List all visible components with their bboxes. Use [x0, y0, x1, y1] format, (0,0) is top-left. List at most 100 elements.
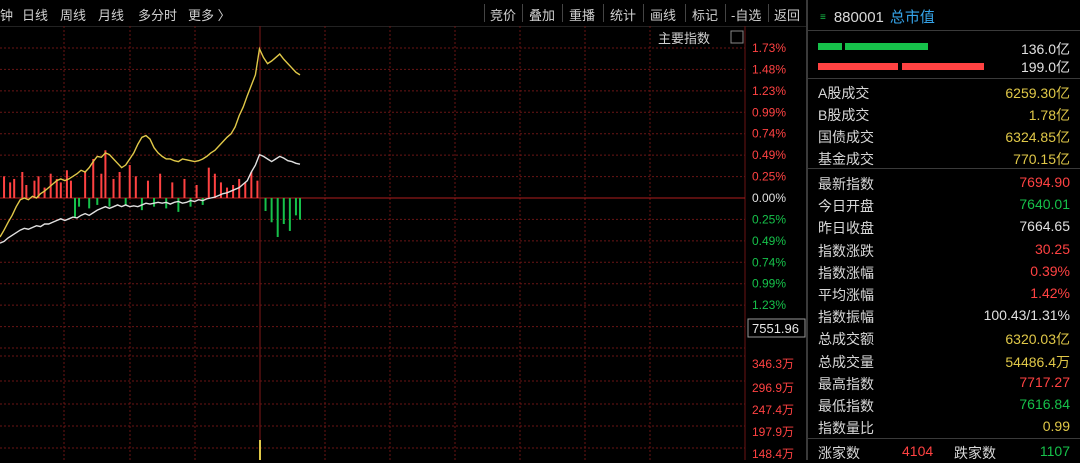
tool-watchlist[interactable]: -自选	[731, 5, 761, 24]
breadth-bar	[276, 198, 279, 238]
tool-overlay[interactable]: 叠加	[529, 5, 555, 24]
stat-value: 6320.03亿	[1005, 331, 1070, 348]
tool-replay[interactable]: 重播	[569, 5, 595, 24]
intraday-chart[interactable]: 1.73% 1.48% 1.23% 0.99% 0.74% 0.49% 0.25% 0.00%…	[0, 26, 806, 460]
tool-statistics[interactable]: 统计	[610, 5, 636, 24]
period-day[interactable]: 日线	[22, 5, 48, 24]
toolbar-separator	[685, 4, 686, 22]
stat-row: 最高指数 7717.27	[808, 371, 1080, 393]
menu-icon[interactable]: ≡	[820, 12, 826, 23]
index-title[interactable]: ≡ 880001 总市值	[820, 6, 935, 27]
tool-draw-line[interactable]: 画线	[650, 5, 676, 24]
stat-label: 最高指数	[818, 375, 874, 392]
period-more[interactable]: 更多 〉	[188, 5, 231, 24]
stat-label: B股成交	[818, 107, 870, 123]
breadth-bar	[78, 198, 81, 207]
breadth-bar	[232, 184, 235, 198]
toolbar-separator	[603, 4, 604, 22]
current-price-label: 7551.96	[747, 318, 806, 338]
stat-value: 7616.84	[1019, 396, 1070, 412]
toolbar-separator	[522, 4, 523, 22]
price-line	[0, 46, 301, 238]
period-month[interactable]: 月线	[98, 5, 124, 24]
y-tick-label: 0.00%	[752, 191, 786, 205]
divider	[808, 168, 1080, 169]
stat-row: 指数涨幅 0.39%	[808, 260, 1080, 282]
stat-row: 总成交额 6320.03亿	[808, 326, 1080, 348]
index-name: 总市值	[889, 9, 935, 26]
stat-row: 指数涨跌 30.25	[808, 238, 1080, 260]
breadth-bar	[33, 180, 36, 198]
breadth-bar	[43, 187, 46, 198]
main-index-label: 主要指数	[658, 31, 710, 46]
breadth-bar	[282, 198, 285, 225]
tool-back[interactable]: 返回	[774, 5, 800, 24]
breadth-bar	[299, 198, 301, 220]
breadth-bar	[219, 182, 222, 198]
stat-label: 国债成交	[818, 129, 874, 145]
stat-label: 指数涨跌	[818, 242, 874, 259]
breadth-bar	[256, 180, 259, 198]
y-tick-label: 0.74%	[752, 255, 786, 269]
stat-label: A股成交	[818, 85, 870, 101]
breadth-bar	[159, 173, 162, 198]
breadth-bar	[189, 198, 192, 207]
stat-value: 7717.27	[1019, 373, 1070, 390]
up-count-label: 涨家数	[818, 445, 860, 461]
volume-tick: 296.9万	[752, 381, 794, 395]
period-minute[interactable]: 钟	[0, 5, 13, 24]
volume-tick: 148.4万	[752, 447, 794, 460]
stat-label: 昨日收盘	[818, 220, 874, 237]
period-multi-minute[interactable]: 多分时	[138, 5, 177, 24]
stat-row: 最低指数 7616.84	[808, 393, 1080, 415]
breadth-bar	[104, 150, 107, 198]
tool-auction[interactable]: 竞价	[490, 5, 516, 24]
breadth-row: 涨家数 4104 跌家数 1107	[808, 440, 1080, 462]
stat-row: 昨日收盘 7664.65	[808, 215, 1080, 237]
breadth-bar	[124, 198, 127, 205]
index-code: 880001	[833, 9, 884, 26]
stat-row: 指数量比 0.99	[808, 415, 1080, 437]
y-tick-label: 0.99%	[752, 105, 786, 119]
divider	[808, 30, 1080, 31]
y-tick-label: 1.23%	[752, 84, 786, 98]
y-tick-label: 0.74%	[752, 127, 786, 141]
y-tick-label: 1.23%	[752, 298, 786, 312]
current-price-value: 7551.96	[752, 321, 799, 336]
y-tick-label: 0.99%	[752, 277, 786, 291]
average-line	[0, 153, 301, 244]
breadth-bar	[59, 182, 62, 198]
stat-label: 指数涨幅	[818, 264, 874, 281]
stat-row: 今日开盘 7640.01	[808, 193, 1080, 215]
stat-label: 今日开盘	[818, 198, 874, 215]
breadth-bar	[177, 198, 180, 212]
stat-row: 总成交量 54486.4万	[808, 349, 1080, 371]
toolbar-separator	[562, 4, 563, 22]
stat-label: 总成交量	[818, 353, 874, 370]
chart-toolbar: 钟 日线 周线 月线 多分时 更多 〉 竞价 叠加 重播 统计 画线 标记 -自…	[0, 0, 806, 27]
breadth-bar	[96, 198, 99, 205]
stat-label: 指数振幅	[818, 309, 874, 326]
chart-lines	[0, 46, 301, 244]
stat-label: 平均涨幅	[818, 287, 874, 303]
breadth-bar	[153, 198, 156, 207]
breadth-bar	[88, 198, 91, 209]
breadth-bar	[25, 184, 28, 198]
breadth-bar	[244, 182, 247, 198]
stat-value: 54486.4万	[1005, 353, 1070, 370]
breadth-bar	[92, 158, 95, 198]
volume-tick: 247.4万	[752, 403, 794, 417]
breadth-bar	[128, 165, 131, 198]
y-axis-ticks: 1.73% 1.48% 1.23% 0.99% 0.74% 0.49% 0.25% 0.00%…	[752, 41, 786, 334]
volume-tick: 197.9万	[752, 425, 794, 439]
breadth-bar	[112, 178, 115, 198]
stat-row: 基金成交 770.15亿	[808, 146, 1080, 168]
index-checkbox[interactable]	[730, 30, 744, 44]
tool-mark[interactable]: 标记	[692, 5, 718, 24]
period-week[interactable]: 周线	[60, 5, 86, 24]
y-tick-label: 1.73%	[752, 41, 786, 55]
main-index-button[interactable]: 主要指数	[658, 30, 744, 46]
breadth-bar	[270, 198, 273, 223]
breadth-bar	[146, 180, 149, 198]
breadth-bar	[69, 180, 72, 198]
